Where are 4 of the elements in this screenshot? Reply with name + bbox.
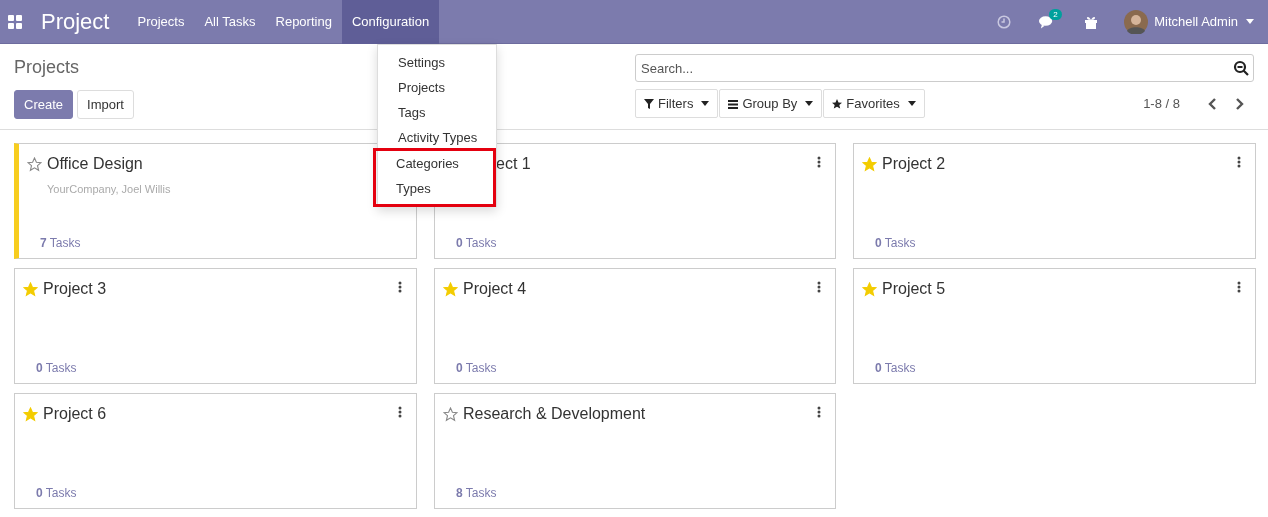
pager-value: 1-8 / 8 <box>1143 96 1180 111</box>
count-badge: 2 <box>1049 8 1062 20</box>
app-title: Project <box>41 8 110 35</box>
breadcrumb: Projects <box>14 56 80 79</box>
